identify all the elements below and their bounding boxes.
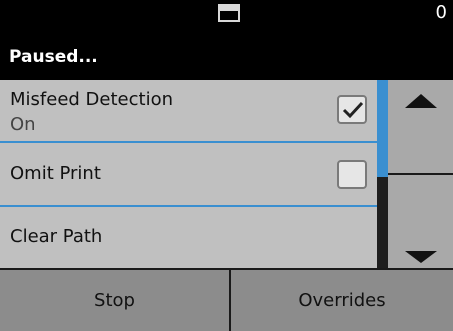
scroll-up-button[interactable] <box>388 80 453 175</box>
arrow-up-icon <box>405 94 437 108</box>
checkmark-icon <box>342 101 364 119</box>
scanner-status: Paused... <box>9 47 98 67</box>
scrollbar-thumb[interactable] <box>377 80 388 177</box>
option-misfeed-detection[interactable]: Misfeed Detection On <box>0 80 377 143</box>
scroll-down-button[interactable] <box>388 175 453 268</box>
stop-button[interactable]: Stop <box>0 270 229 331</box>
document-feed-icon <box>218 4 240 22</box>
status-header: 0 Paused... <box>0 0 453 80</box>
scrollbar[interactable] <box>377 80 388 268</box>
options-list: Misfeed Detection On Omit Print Clear Pa… <box>0 80 377 268</box>
overrides-button[interactable]: Overrides <box>231 270 453 331</box>
option-label: Omit Print <box>10 163 101 184</box>
option-label: Clear Path <box>10 226 103 247</box>
option-label: Misfeed Detection <box>10 89 173 110</box>
arrow-down-icon <box>405 251 437 263</box>
footer-bar: Stop Overrides <box>0 268 453 331</box>
option-omit-print[interactable]: Omit Print <box>0 143 377 207</box>
page-count: 0 <box>435 2 447 23</box>
option-value: On <box>10 114 36 135</box>
option-clear-path[interactable]: Clear Path <box>0 207 377 268</box>
omit-print-checkbox[interactable] <box>337 160 367 189</box>
misfeed-detection-checkbox[interactable] <box>337 95 367 124</box>
